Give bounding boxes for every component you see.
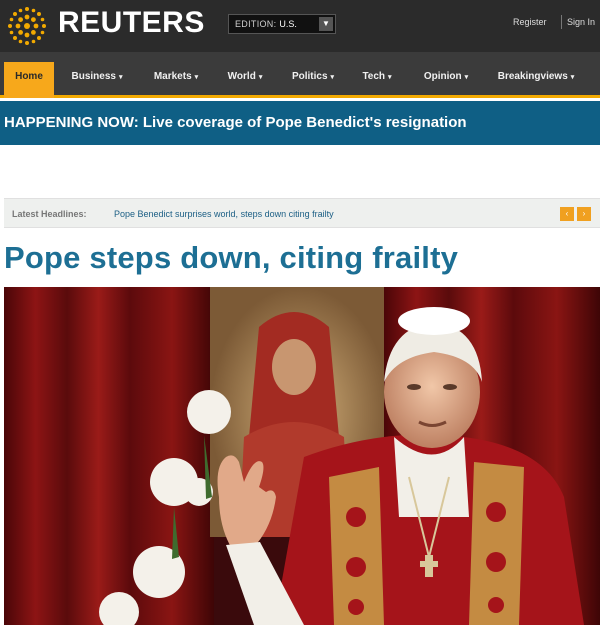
edition-selector[interactable]: EDITION: U.S. ▼ bbox=[228, 14, 336, 34]
reuters-logo-icon[interactable] bbox=[4, 3, 50, 49]
nav-item-label: Home bbox=[15, 71, 43, 82]
nav-item-business[interactable]: Business ▾ bbox=[58, 62, 136, 96]
nav-item-label: Politics bbox=[291, 71, 328, 82]
nav-item-politics[interactable]: Politics ▾ bbox=[280, 62, 346, 96]
nav-item-markets[interactable]: Markets ▾ bbox=[140, 62, 212, 96]
caret-down-icon: ▾ bbox=[464, 74, 469, 81]
account-divider bbox=[561, 15, 562, 29]
chevron-down-icon[interactable]: ▼ bbox=[319, 17, 333, 31]
article-photo[interactable] bbox=[4, 287, 600, 625]
ticker-next-button[interactable]: › bbox=[577, 207, 591, 221]
nav-item-label: Breakingviews bbox=[497, 71, 568, 82]
top-header: REUTERS EDITION: U.S. ▼ Register Sign In bbox=[0, 0, 600, 52]
ticker-label: Latest Headlines: bbox=[12, 209, 87, 219]
nav-item-world[interactable]: World ▾ bbox=[216, 62, 274, 96]
sign-in-link[interactable]: Sign In bbox=[567, 17, 595, 27]
nav-item-label: Opinion bbox=[423, 71, 462, 82]
nav-item-label: World bbox=[227, 71, 256, 82]
caret-down-icon: ▾ bbox=[570, 74, 575, 81]
nav-item-tech[interactable]: Tech ▾ bbox=[350, 62, 404, 96]
banner-text[interactable]: HAPPENING NOW: Live coverage of Pope Ben… bbox=[4, 114, 467, 131]
main-nav: Home Business ▾ Markets ▾ World ▾ Politics ▾… bbox=[0, 52, 600, 98]
caret-down-icon: ▾ bbox=[388, 74, 392, 81]
caret-down-icon: ▾ bbox=[330, 74, 335, 81]
happening-now-banner[interactable]: HAPPENING NOW: Live coverage of Pope Ben… bbox=[0, 101, 600, 145]
edition-value: U.S. bbox=[279, 19, 297, 29]
nav-item-home[interactable]: Home bbox=[4, 62, 54, 98]
photo-of-pope-waving-icon bbox=[4, 287, 600, 625]
latest-headlines-ticker: Latest Headlines: Pope Benedict surprise… bbox=[4, 198, 600, 228]
nav-item-breakingviews[interactable]: Breakingviews ▾ bbox=[484, 62, 588, 96]
nav-item-opinion[interactable]: Opinion ▾ bbox=[410, 62, 482, 96]
caret-down-icon: ▾ bbox=[194, 74, 199, 81]
nav-item-label: Tech bbox=[362, 71, 386, 82]
ticker-headline-link[interactable]: Pope Benedict surprises world, steps dow… bbox=[114, 209, 334, 219]
ticker-prev-button[interactable]: ‹ bbox=[560, 207, 574, 221]
caret-down-icon: ▾ bbox=[258, 74, 263, 81]
nav-item-label: Markets bbox=[153, 71, 192, 82]
register-link[interactable]: Register bbox=[513, 17, 547, 27]
edition-label: EDITION: bbox=[235, 19, 277, 29]
nav-item-label: Business bbox=[71, 71, 116, 82]
article-headline[interactable]: Pope steps down, citing frailty bbox=[4, 240, 458, 276]
brand-name[interactable]: REUTERS bbox=[58, 6, 205, 40]
caret-down-icon: ▾ bbox=[118, 74, 123, 81]
